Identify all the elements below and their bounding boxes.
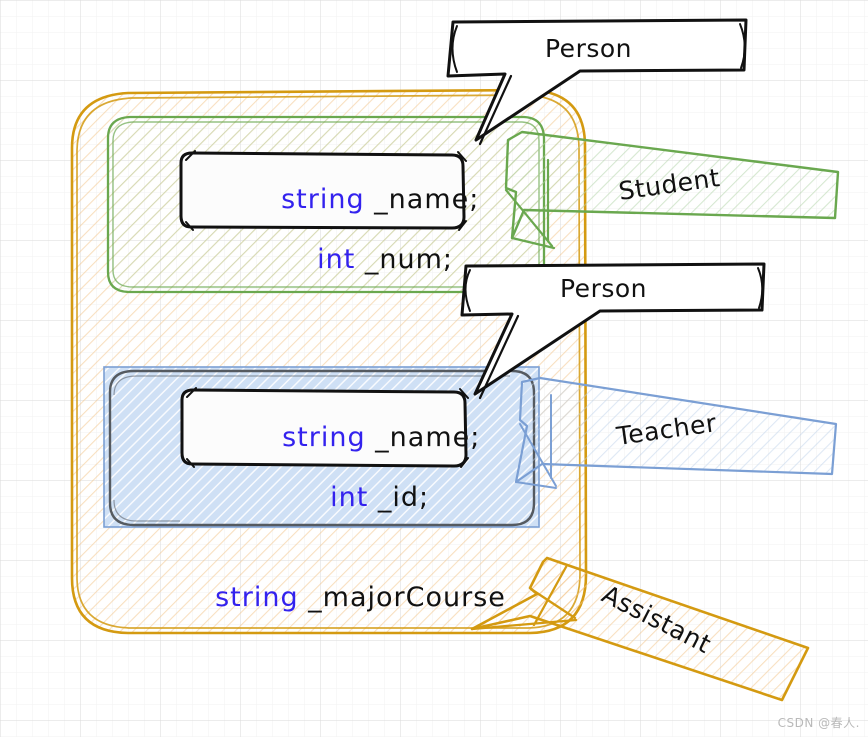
person-callout-middle: Person bbox=[460, 262, 766, 400]
watermark: CSDN @春人. bbox=[777, 716, 860, 730]
person-callout-middle-label: Person bbox=[560, 274, 647, 303]
diagram-canvas: string _name; int _num; string _name; in… bbox=[0, 0, 868, 737]
